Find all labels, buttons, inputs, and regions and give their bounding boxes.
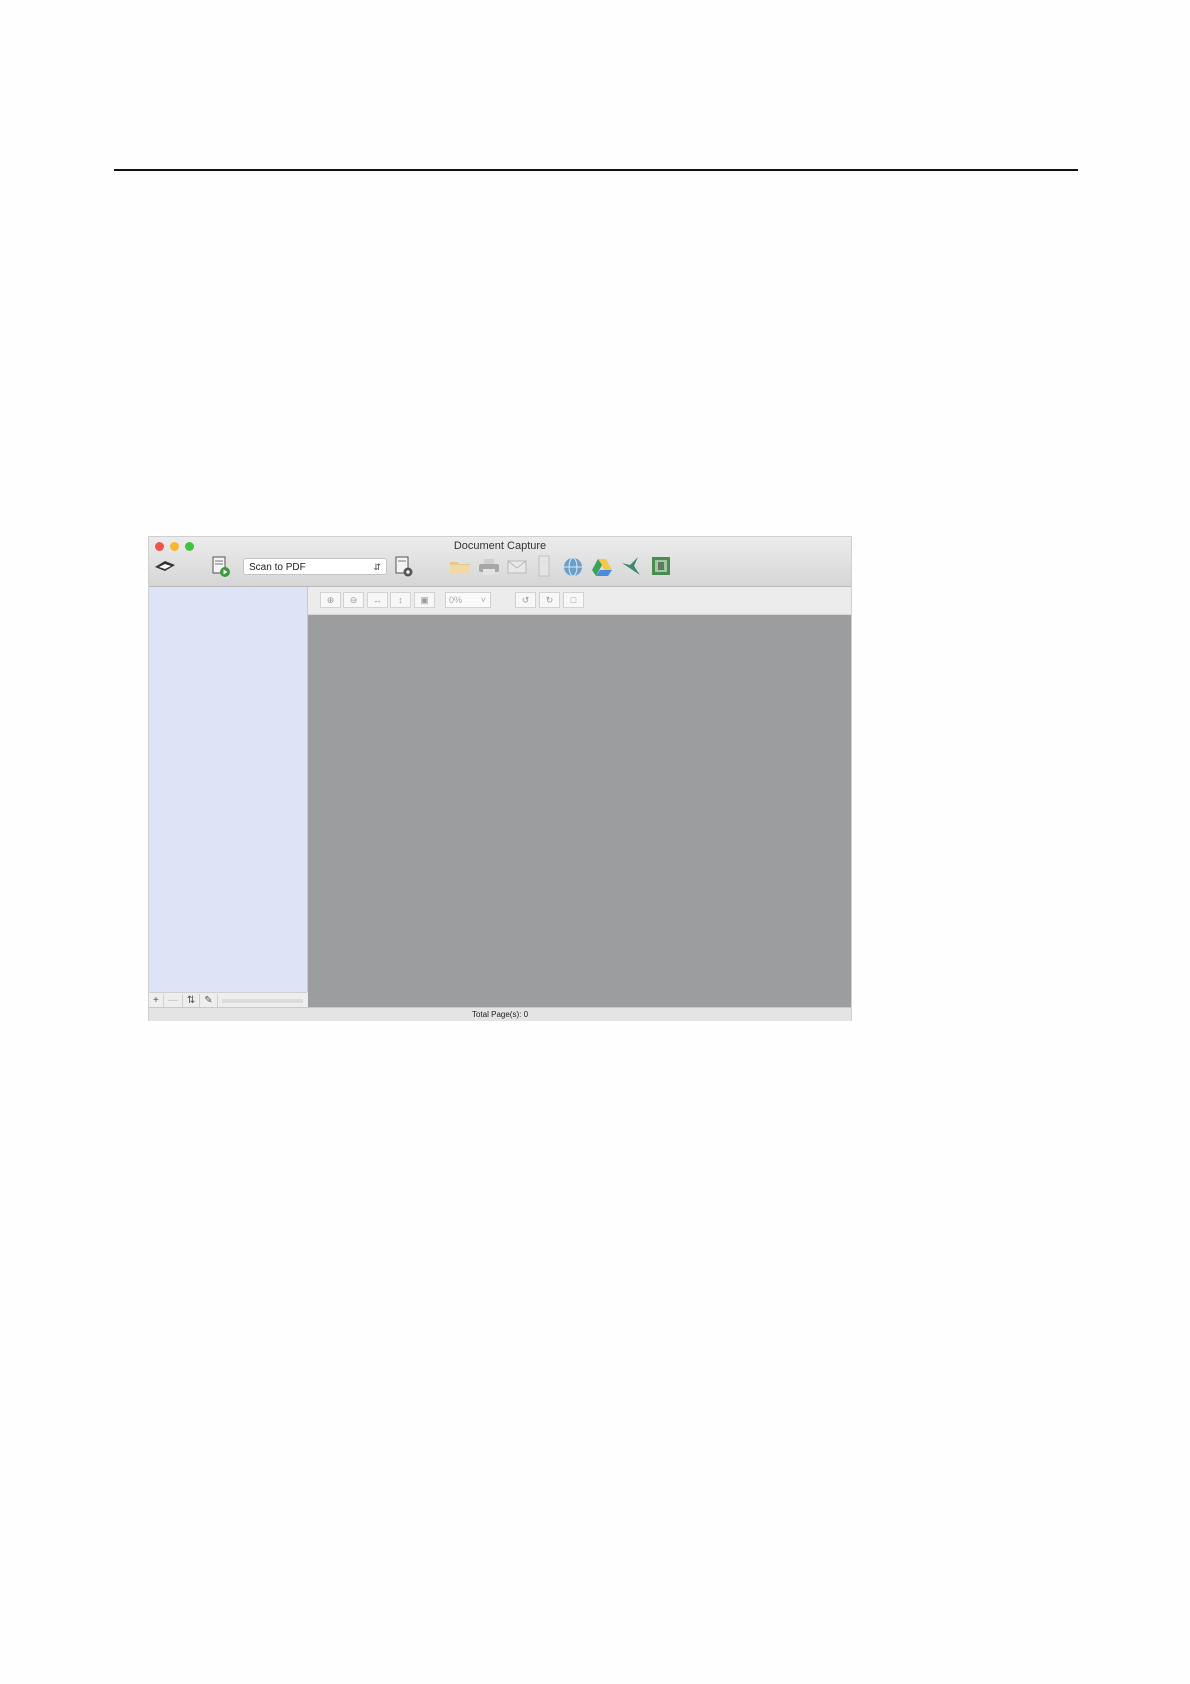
sort-button[interactable]: ⇅ <box>183 994 201 1007</box>
zoom-level-select[interactable]: 0% ˅ <box>445 592 491 608</box>
edit-button[interactable]: ✎ <box>200 994 218 1007</box>
google-drive-icon[interactable] <box>591 556 613 578</box>
sidebar-scrollbar[interactable] <box>221 998 303 1003</box>
thumbnail-sidebar[interactable] <box>149 587 308 992</box>
title-bar: Document Capture Scan to PDF ⇵ <box>149 537 851 587</box>
web-icon[interactable] <box>562 556 584 578</box>
rotate-left-icon[interactable]: ↺ <box>515 592 536 608</box>
total-pages-label: Total Page(s): 0 <box>471 1010 529 1019</box>
zoom-out-icon[interactable]: ⊖ <box>343 592 364 608</box>
job-select-value: Scan to PDF <box>249 562 306 573</box>
printer-icon[interactable] <box>478 556 500 578</box>
zoom-in-icon[interactable]: ⊕ <box>320 592 341 608</box>
sidebar-bottom-bar: + — ⇅ ✎ <box>149 992 307 1008</box>
evernote-icon[interactable] <box>650 555 672 577</box>
fit-page-icon[interactable]: ▣ <box>414 592 435 608</box>
fit-width-icon[interactable]: ↔ <box>367 592 388 608</box>
viewer-toolbar: ⊕ ⊖ ↔ ↕ ▣ 0% ˅ ↺ ↻ □ <box>308 587 851 615</box>
chevron-down-icon: ˅ <box>480 595 486 605</box>
zoom-level-value: 0% <box>449 595 463 605</box>
scan-start-icon[interactable] <box>210 556 232 578</box>
delete-page-icon[interactable]: □ <box>563 592 584 608</box>
document-capture-window: Document Capture Scan to PDF ⇵ + — ⇅ ✎ ⊕… <box>149 537 851 1021</box>
remove-button[interactable]: — <box>164 994 183 1007</box>
hummingbird-icon[interactable] <box>620 555 642 577</box>
job-select[interactable]: Scan to PDF ⇵ <box>243 558 387 575</box>
add-button[interactable]: + <box>149 994 164 1007</box>
file-icon[interactable] <box>533 555 555 577</box>
email-icon[interactable] <box>506 556 528 578</box>
status-bar: Total Page(s): 0 <box>149 1007 851 1021</box>
chevron-updown-icon: ⇵ <box>373 562 381 572</box>
preview-canvas[interactable] <box>308 615 851 1007</box>
fit-height-icon[interactable]: ↕ <box>390 592 411 608</box>
scanner-logo-icon[interactable] <box>154 555 176 577</box>
folder-icon[interactable] <box>449 556 471 578</box>
rotate-right-icon[interactable]: ↻ <box>539 592 560 608</box>
window-title: Document Capture <box>453 540 547 552</box>
job-settings-icon[interactable] <box>393 556 415 578</box>
header-rule <box>114 169 1078 171</box>
